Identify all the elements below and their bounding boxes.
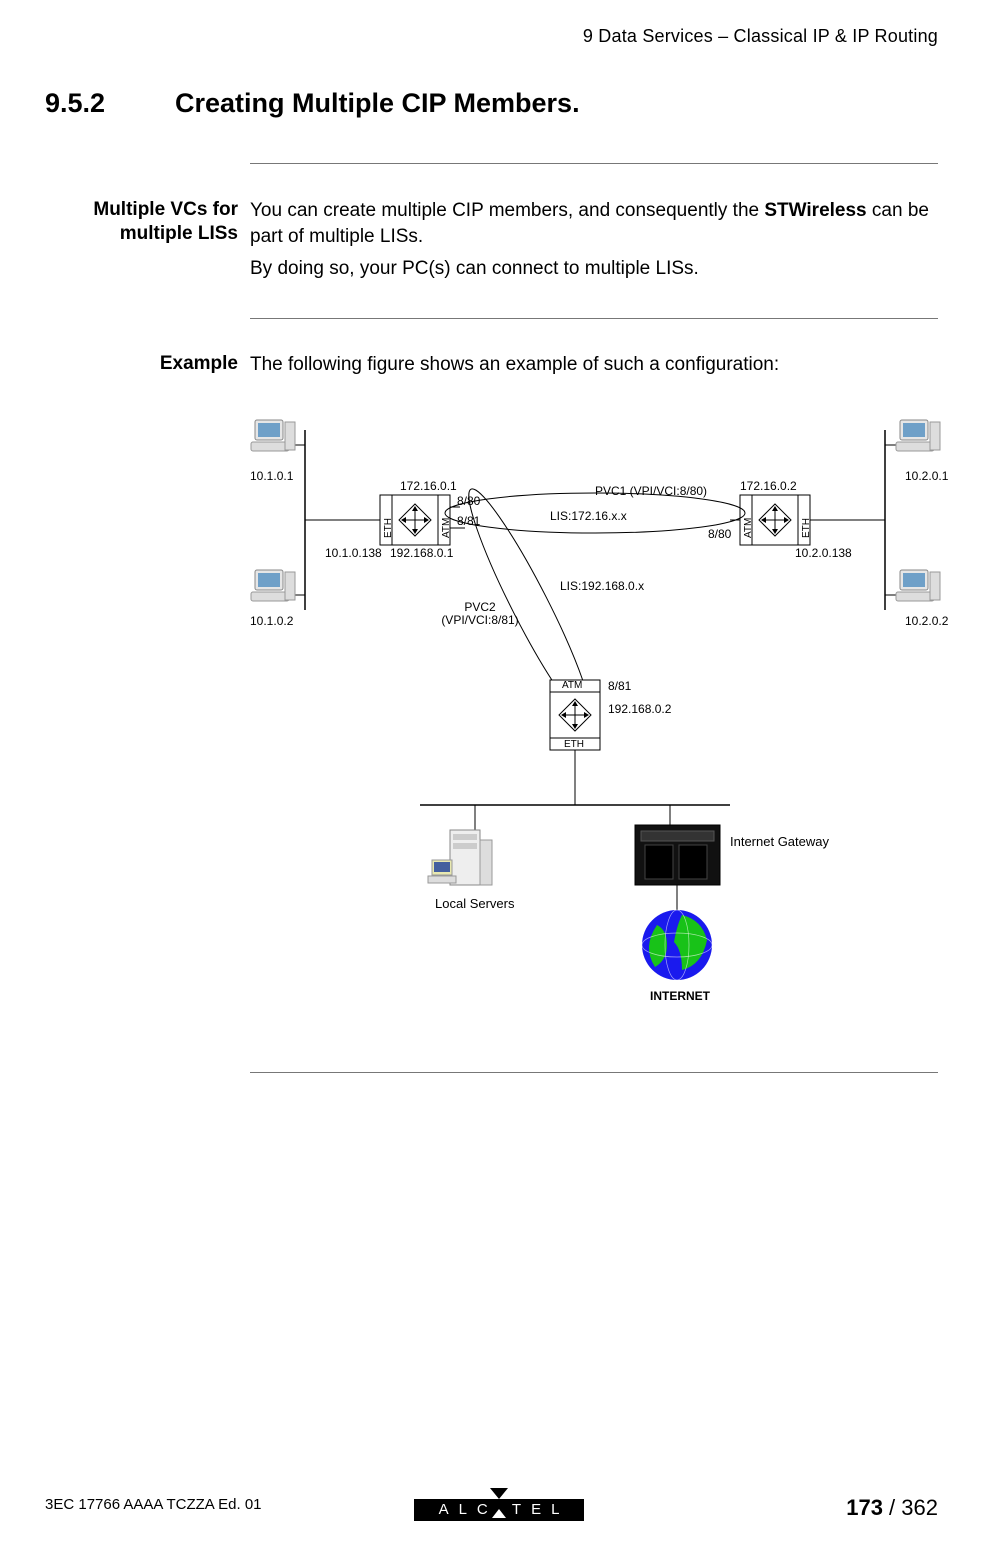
ip-label: 192.168.0.1 — [390, 547, 453, 560]
ip-label: 172.16.0.2 — [740, 480, 797, 493]
label-gateway: Internet Gateway — [730, 835, 800, 849]
ip-label: 10.2.0.1 — [905, 470, 948, 483]
pvc-label-line: PVC2 — [464, 600, 495, 614]
port-label: 8/81 — [608, 680, 631, 693]
ip-label: 192.168.0.2 — [608, 703, 671, 716]
lis-label: LIS:192.168.0.x — [560, 580, 644, 593]
port-label: ETH — [564, 739, 584, 750]
page-total: 362 — [901, 1495, 938, 1520]
network-diagram: 10.1.0.1 10.1.0.2 10.2.0.1 10.2.0.2 ETH … — [250, 410, 950, 1060]
divider — [250, 1072, 938, 1073]
page-sep: / — [883, 1495, 901, 1520]
label-internet: INTERNET — [650, 990, 710, 1003]
brand-logo: ALC TEL — [414, 1487, 584, 1521]
pvc-label: PVC1 (VPI/VCI:8/80) — [595, 485, 707, 498]
pc-icon — [896, 570, 940, 601]
port-label: ATM — [562, 680, 582, 691]
body-paragraph-example: The following figure shows an example of… — [250, 352, 938, 378]
divider — [250, 318, 938, 319]
ip-label: 172.16.0.1 — [400, 480, 457, 493]
pvc-label-line: (VPI/VCI:8/81) — [441, 613, 518, 627]
side-heading-example: Example — [38, 352, 238, 376]
ip-label: 10.1.0.138 — [325, 547, 382, 560]
running-header: 9 Data Services – Classical IP & IP Rout… — [583, 24, 938, 48]
section-title: Creating Multiple CIP Members. — [175, 85, 580, 121]
ip-label: 10.1.0.1 — [250, 470, 293, 483]
ip-label: 10.1.0.2 — [250, 615, 293, 628]
lis-label: LIS:172.16.x.x — [550, 510, 627, 523]
port-label: ETH — [801, 518, 812, 538]
section-number: 9.5.2 — [45, 85, 105, 121]
body-text-span: You can create multiple CIP members, and… — [250, 200, 764, 221]
pc-icon — [896, 420, 940, 451]
footer-docref: 3EC 17766 AAAA TCZZA Ed. 01 — [45, 1495, 262, 1515]
body-paragraph-2: By doing so, your PC(s) can connect to m… — [250, 256, 938, 282]
page: 9 Data Services – Classical IP & IP Rout… — [0, 0, 998, 1543]
pc-icon — [251, 570, 295, 601]
pvc-label: PVC2 (VPI/VCI:8/81) — [435, 601, 525, 627]
port-label: 8/81 — [457, 515, 480, 528]
ip-label: 10.2.0.2 — [905, 615, 948, 628]
page-number: 173 / 362 — [846, 1493, 938, 1523]
port-label: 8/80 — [708, 528, 731, 541]
label-local-servers: Local Servers — [435, 897, 514, 911]
side-heading-vcs: Multiple VCs for multiple LISs — [38, 198, 238, 246]
port-label: ETH — [383, 518, 394, 538]
globe-icon — [642, 910, 712, 980]
gateway-icon — [635, 825, 720, 885]
port-label: ATM — [441, 518, 452, 538]
body-paragraph-1: You can create multiple CIP members, and… — [250, 198, 938, 249]
triangle-icon — [490, 1488, 508, 1499]
port-label: 8/80 — [457, 495, 480, 508]
page-current: 173 — [846, 1495, 883, 1520]
port-label: ATM — [743, 518, 754, 538]
ip-label: 10.2.0.138 — [795, 547, 852, 560]
triangle-icon — [492, 1509, 506, 1518]
divider — [250, 163, 938, 164]
pc-icon — [251, 420, 295, 451]
bold-term: STWireless — [764, 200, 866, 221]
server-icon — [428, 830, 492, 885]
